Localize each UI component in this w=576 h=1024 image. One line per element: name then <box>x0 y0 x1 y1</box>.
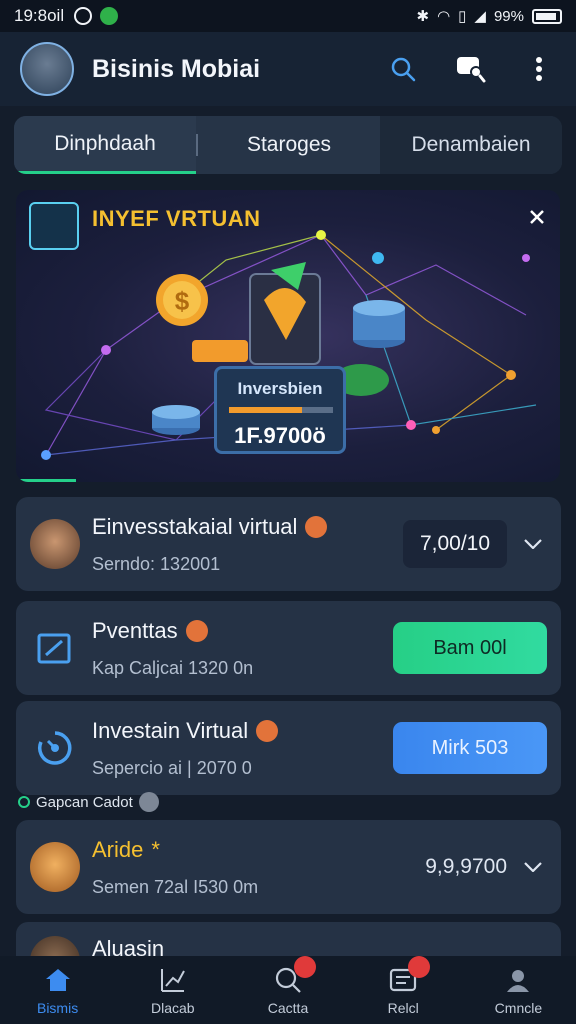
card-title: Aride * <box>92 837 425 863</box>
messaging-icon <box>100 7 119 25</box>
status-time: 19:8oil <box>14 6 65 25</box>
banner-chart-badge <box>29 202 79 250</box>
tab-staroges[interactable]: Staroges <box>198 116 380 174</box>
nav-label: Relcl <box>387 1000 419 1016</box>
notification-badge-icon <box>407 956 430 978</box>
list-item[interactable]: Investain Virtual Sepercio ai | 2070 0 M… <box>16 701 561 795</box>
promo-banner[interactable]: $ INYEF VRTUAN Inversbien 1F.9700ö <box>16 190 560 482</box>
app-title: Bisinis Mobiai <box>92 54 261 83</box>
tab-dinphdaah[interactable]: Dinphdaah <box>14 116 196 174</box>
card-title: Investain Virtual <box>92 718 393 744</box>
notification-badge-icon <box>294 956 317 978</box>
banner-title: INYEF VRTUAN <box>92 206 261 231</box>
close-icon[interactable] <box>522 202 552 232</box>
list-item[interactable]: Pventtas Kap Caljcai 1320 0n Bam 00l <box>16 601 561 695</box>
info-icon[interactable] <box>138 792 159 812</box>
dollar-coin-icon: $ <box>156 274 208 326</box>
bluetooth-icon: ✱ <box>416 8 430 25</box>
card-title-text: Einvesstakaial virtual <box>92 513 298 539</box>
banner-progress-indicator <box>16 479 76 482</box>
avatar <box>30 519 80 569</box>
list-item[interactable]: Aride * Semen 72al I530 0m 9,9,9700 <box>16 820 561 914</box>
wifi-icon: ◠ <box>437 8 451 25</box>
card-subtitle: Semen 72al I530 0m <box>92 876 259 897</box>
card-text: Pventtas Kap Caljcai 1320 0n <box>92 618 393 679</box>
timer-icon <box>30 723 80 773</box>
nav-bismis[interactable]: Bismis <box>0 956 115 1024</box>
status-dot-icon <box>18 796 30 808</box>
more-options-icon[interactable] <box>522 52 556 86</box>
card-value: 7,00/10 <box>403 520 507 568</box>
chat-search-icon[interactable] <box>454 52 488 86</box>
nav-label: Cmncle <box>494 1000 543 1016</box>
card-title-text: Investain Virtual <box>92 717 249 743</box>
avatar <box>30 842 80 892</box>
sim-icon <box>74 7 93 25</box>
nav-label: Bismis <box>36 1000 79 1016</box>
card-action-button[interactable]: Mirk 503 <box>393 722 547 774</box>
vibrate-icon: ▯ <box>458 8 467 25</box>
battery-percent: 99% <box>493 7 524 25</box>
card-title: Einvesstakaial virtual <box>92 514 403 540</box>
nav-dlacab[interactable]: Dlacab <box>115 956 230 1024</box>
nav-cmncle[interactable]: Cmncle <box>461 956 576 1024</box>
investment-panel: Inversbien 1F.9700ö <box>214 366 346 454</box>
signal-icon: ◢ <box>474 8 486 25</box>
bottom-nav: Bismis Dlacab Cactta Relcl Cmncle <box>0 956 576 1024</box>
nav-cactta[interactable]: Cactta <box>230 956 345 1024</box>
badge-icon <box>256 719 279 742</box>
app-actions <box>386 52 556 86</box>
nav-label: Cactta <box>267 1000 309 1016</box>
svg-text:$: $ <box>175 286 190 316</box>
panel-progress-fill <box>229 407 302 413</box>
status-bar: 19:8oil ✱ ◠ ▯ ◢ 99% <box>0 0 576 32</box>
card-title-mark: * <box>151 836 160 862</box>
card-value: 9,9,9700 <box>425 855 507 878</box>
panel-label: Inversbien <box>237 379 323 398</box>
nav-label: Dlacab <box>151 1000 195 1016</box>
profile-icon <box>502 964 534 996</box>
card-text: Einvesstakaial virtual Serndo: 132001 <box>92 514 403 575</box>
card-title-text: Pventtas <box>92 617 178 643</box>
app-bar: Bisinis Mobiai <box>0 32 576 106</box>
card-subtitle: Sepercio ai | 2070 0 <box>92 757 252 778</box>
battery-icon <box>532 8 562 24</box>
card-title-text: Aride <box>92 836 144 862</box>
list-item[interactable]: Einvesstakaial virtual Serndo: 132001 7,… <box>16 497 561 591</box>
chevron-down-icon[interactable] <box>519 530 547 558</box>
section-label: Gapcan Cadot <box>18 792 159 812</box>
chevron-down-icon[interactable] <box>519 853 547 881</box>
section-label-text: Gapcan Cadot <box>36 793 133 811</box>
device-screen-icon <box>192 262 321 365</box>
badge-icon <box>305 515 328 538</box>
tab-bar: Dinphdaah Staroges Denambaien <box>14 116 562 174</box>
nav-relcl[interactable]: Relcl <box>346 956 461 1024</box>
tab-denambaien[interactable]: Denambaien <box>380 116 562 174</box>
card-title: Pventtas <box>92 618 393 644</box>
panel-progress-bar <box>229 407 333 413</box>
badge-icon <box>185 619 208 642</box>
card-subtitle: Serndo: 132001 <box>92 553 221 574</box>
card-text: Aride * Semen 72al I530 0m <box>92 837 425 898</box>
edit-square-icon <box>30 623 80 673</box>
home-icon <box>42 964 74 996</box>
card-action-button[interactable]: Bam 00l <box>393 622 547 674</box>
panel-value: 1F.9700ö <box>234 423 326 448</box>
card-text: Investain Virtual Sepercio ai | 2070 0 <box>92 718 393 779</box>
card-subtitle: Kap Caljcai 1320 0n <box>92 657 254 678</box>
profile-avatar[interactable] <box>20 42 74 96</box>
search-icon[interactable] <box>386 52 420 86</box>
status-right: ✱ ◠ ▯ ◢ 99% <box>416 7 562 25</box>
chart-icon <box>157 964 189 996</box>
